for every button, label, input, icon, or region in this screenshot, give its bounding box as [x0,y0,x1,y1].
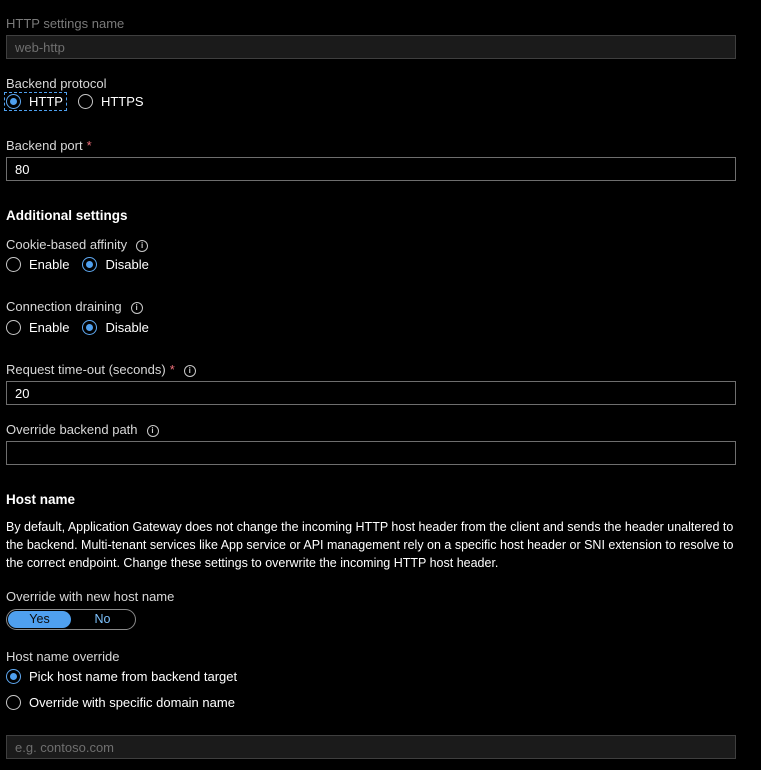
domain-name-field [6,735,736,759]
toggle-yes-option[interactable]: Yes [8,611,71,628]
draining-option-disable[interactable]: Disable [82,320,149,335]
required-marker: * [169,362,175,377]
connection-draining-label-text: Connection draining [6,299,122,314]
cookie-affinity-label-text: Cookie-based affinity [6,237,128,252]
host-override-label: Host name override [6,649,120,664]
override-host-label: Override with new host name [6,589,175,604]
radio-unselected-icon [6,257,21,272]
info-icon[interactable]: i [146,425,159,437]
override-path-field[interactable] [6,441,736,465]
radio-unselected-icon [6,320,21,335]
request-timeout-label-text: Request time-out (seconds) [6,362,166,377]
backend-port-field[interactable] [6,157,736,181]
required-marker: * [86,138,92,153]
radio-selected-icon [6,94,21,109]
draining-disable-label: Disable [105,320,149,335]
host-name-heading: Host name [6,492,76,507]
cookie-option-disable[interactable]: Disable [82,257,149,272]
protocol-http-label: HTTP [29,94,63,109]
backend-port-label-text: Backend port [6,138,83,153]
request-timeout-label: Request time-out (seconds) * i [6,362,196,378]
info-icon[interactable]: i [183,365,196,377]
radio-selected-icon [6,669,21,684]
cookie-disable-label: Disable [105,257,149,272]
host-override-option-specific[interactable]: Override with specific domain name [6,695,235,710]
cookie-affinity-radio-group: Enable Disable [6,257,162,272]
backend-protocol-label: Backend protocol [6,76,107,91]
backend-port-input[interactable] [7,158,735,180]
settings-name-label: HTTP settings name [6,16,125,31]
radio-selected-icon [82,320,98,335]
connection-draining-label: Connection draining i [6,299,143,315]
info-icon[interactable]: i [130,302,143,314]
cookie-option-enable[interactable]: Enable [6,257,69,272]
backend-protocol-radio-group: HTTP HTTPS [4,92,157,111]
domain-name-input [7,736,735,758]
request-timeout-field[interactable] [6,381,736,405]
radio-selected-icon [82,257,98,272]
radio-unselected-icon [77,94,93,109]
settings-name-field [6,35,736,59]
protocol-https-label: HTTPS [100,94,144,109]
draining-option-enable[interactable]: Enable [6,320,69,335]
info-icon[interactable]: i [136,240,149,252]
pick-host-label: Pick host name from backend target [29,669,238,684]
host-name-description: By default, Application Gateway does not… [6,520,734,570]
specific-domain-label: Override with specific domain name [29,695,235,710]
draining-enable-label: Enable [29,320,70,335]
override-host-toggle[interactable]: Yes No [6,609,136,630]
backend-port-label: Backend port * [6,138,92,154]
settings-name-input [7,36,735,58]
protocol-option-https[interactable]: HTTPS [77,94,144,109]
cookie-affinity-label: Cookie-based affinity i [6,237,149,253]
request-timeout-input[interactable] [7,382,735,404]
host-override-option-pick[interactable]: Pick host name from backend target [6,669,237,684]
override-path-label-text: Override backend path [6,422,138,437]
override-path-label: Override backend path i [6,422,159,438]
protocol-option-http[interactable]: HTTP [4,92,67,111]
additional-settings-heading: Additional settings [6,208,128,223]
radio-unselected-icon [6,695,21,710]
connection-draining-radio-group: Enable Disable [6,320,162,335]
cookie-enable-label: Enable [29,257,70,272]
toggle-no-option[interactable]: No [71,611,134,628]
override-path-input[interactable] [7,442,735,464]
